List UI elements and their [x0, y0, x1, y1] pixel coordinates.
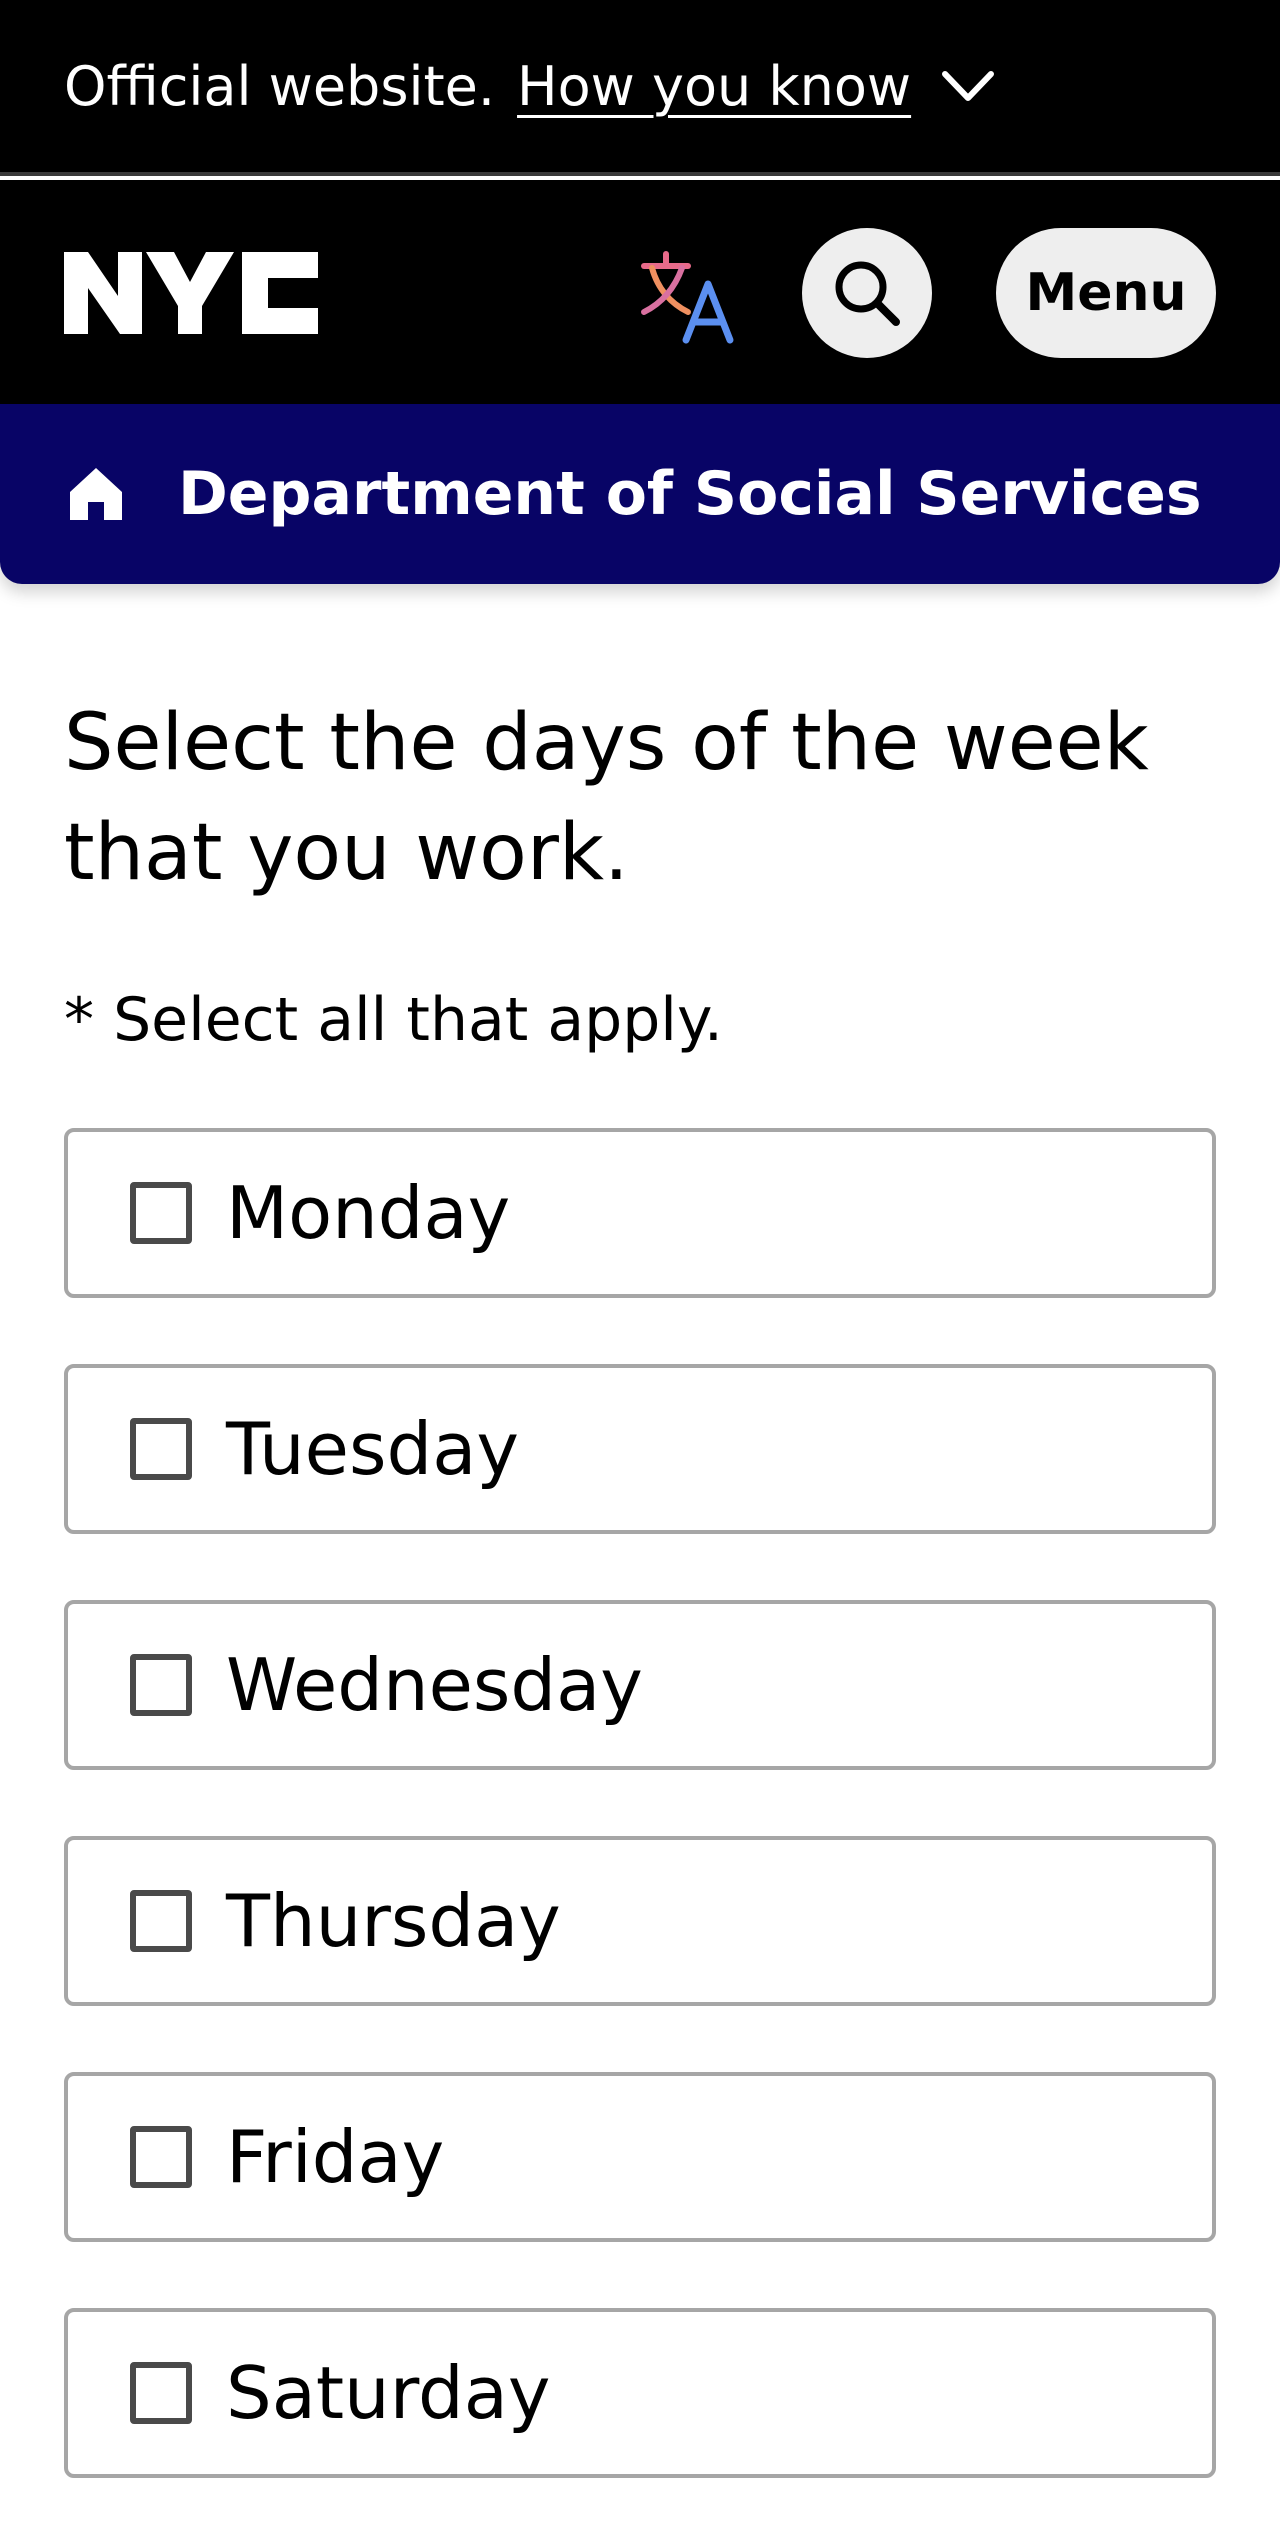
translate-icon[interactable]: [636, 246, 746, 346]
checkbox[interactable]: [130, 1182, 192, 1244]
search-button[interactable]: [802, 228, 932, 358]
nyc-logo[interactable]: [64, 252, 318, 334]
how-you-know-link[interactable]: How you know: [517, 55, 911, 118]
select-all-hint: * Select all that apply.: [64, 985, 723, 1055]
checkbox[interactable]: [130, 1418, 192, 1480]
agency-bar: Department of Social Services: [0, 404, 1280, 584]
option-saturday[interactable]: Saturday: [64, 2308, 1216, 2478]
official-website-banner: Official website. How you know: [0, 0, 1280, 176]
option-monday[interactable]: Monday: [64, 1128, 1216, 1298]
search-icon: [835, 261, 900, 326]
option-tuesday[interactable]: Tuesday: [64, 1364, 1216, 1534]
home-icon[interactable]: [64, 462, 128, 526]
checkbox[interactable]: [130, 2126, 192, 2188]
checkbox[interactable]: [130, 1890, 192, 1952]
option-friday[interactable]: Friday: [64, 2072, 1216, 2242]
option-label: Wednesday: [226, 1643, 643, 1727]
checkbox[interactable]: [130, 2362, 192, 2424]
official-website-text: Official website.: [64, 54, 496, 118]
checkbox[interactable]: [130, 1654, 192, 1716]
option-label: Tuesday: [226, 1407, 519, 1491]
option-label: Friday: [226, 2115, 445, 2199]
option-label: Thursday: [226, 1879, 561, 1963]
option-wednesday[interactable]: Wednesday: [64, 1600, 1216, 1770]
option-label: Saturday: [226, 2351, 551, 2435]
menu-button[interactable]: Menu: [996, 228, 1216, 358]
site-header: Menu: [0, 180, 1280, 404]
day-options-list: Monday Tuesday Wednesday Thursday Friday…: [64, 1128, 1216, 2544]
chevron-down-icon[interactable]: [939, 66, 997, 106]
option-thursday[interactable]: Thursday: [64, 1836, 1216, 2006]
option-label: Monday: [226, 1171, 511, 1255]
agency-name-link[interactable]: Department of Social Services: [178, 459, 1202, 529]
question-heading: Select the days of the week that you wor…: [64, 698, 1149, 898]
